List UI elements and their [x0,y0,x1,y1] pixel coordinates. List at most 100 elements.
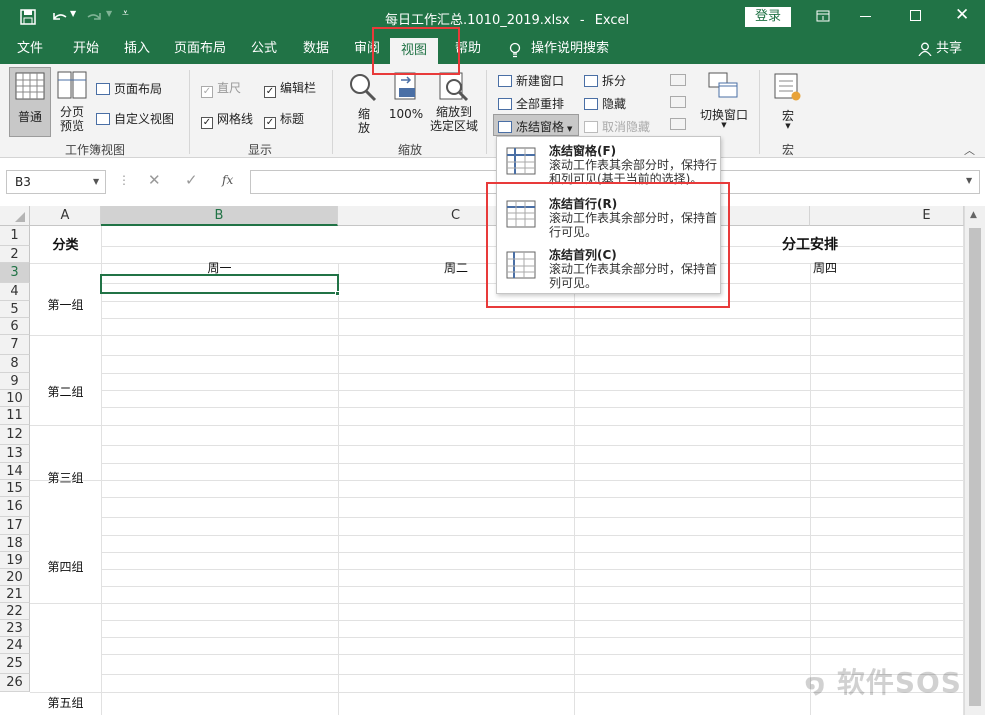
name-box-dropdown-icon[interactable]: ▼ [93,177,99,186]
tab-insert[interactable]: 插入 [115,34,159,64]
select-all-triangle-icon [15,212,25,222]
minimize-icon[interactable] [860,16,871,17]
row-header[interactable]: 3 [0,263,30,283]
new-window-button[interactable]: 新建窗口 [498,72,564,89]
row-header[interactable]: 1 [0,226,30,246]
row-header[interactable]: 5 [0,301,30,318]
page-break-preview-button[interactable]: 分页 预览 [54,67,90,137]
scroll-up-icon[interactable]: ▲ [970,210,977,220]
switch-windows-button[interactable]: 切换窗口 ▼ [696,67,752,137]
freeze-panes-icon [498,121,512,133]
customize-qat-icon[interactable]: ⩡ [122,6,129,21]
row-header[interactable]: 15 [0,480,30,497]
ribbon-display-options-icon[interactable] [816,10,830,22]
undo-icon[interactable] [50,9,68,25]
share-person-icon [918,42,932,56]
cell-a1[interactable]: 分类 [30,234,101,253]
arrange-all-button[interactable]: 全部重排 [498,95,564,112]
scrollbar-thumb[interactable] [969,228,981,706]
row-header[interactable]: 22 [0,603,30,620]
grid-line [574,263,575,715]
close-icon[interactable]: ✕ [955,5,969,25]
row-header[interactable]: 4 [0,283,30,301]
group-cell-4[interactable]: 第四组 [30,558,101,575]
split-label: 拆分 [602,74,627,88]
group-cell-3[interactable]: 第三组 [30,469,101,486]
row-header[interactable]: 8 [0,355,30,373]
row-header[interactable]: 20 [0,569,30,586]
tell-me-search[interactable]: 操作说明搜索 [530,34,610,64]
row-header[interactable]: 25 [0,654,30,674]
split-button[interactable]: 拆分 [584,72,626,89]
grid-line [101,463,964,464]
row-header[interactable]: 12 [0,425,30,445]
normal-view-button[interactable]: 普通 [9,67,51,137]
row-header[interactable]: 21 [0,586,30,603]
row-header[interactable]: 23 [0,620,30,637]
row-header[interactable]: 13 [0,445,30,463]
group-cell-1[interactable]: 第一组 [30,296,101,313]
row-header[interactable]: 11 [0,407,30,425]
grid-line [30,692,101,693]
zoom-100-button[interactable]: 100% [386,67,426,137]
cancel-entry-icon[interactable]: ✕ [148,171,161,189]
row-header[interactable]: 2 [0,246,30,263]
login-button[interactable]: 登录 [745,7,791,27]
freeze-panes-button[interactable]: 冻结窗格 ▼ [493,114,579,136]
column-header-b[interactable]: B [101,206,338,226]
fill-handle[interactable] [335,291,340,296]
group-cell-2[interactable]: 第二组 [30,383,101,400]
tab-home[interactable]: 开始 [63,34,109,64]
window-title: 每日工作汇总.1010_2019.xlsx - Excel [385,9,629,28]
row-header[interactable]: 24 [0,637,30,654]
row-header[interactable]: 10 [0,390,30,407]
expand-formula-bar-icon[interactable]: ▼ [966,176,972,185]
tab-page-layout[interactable]: 页面布局 [170,34,230,64]
collapse-ribbon-icon[interactable]: ︿ [964,142,975,158]
column-header-a[interactable]: A [30,206,101,226]
row-header[interactable]: 19 [0,552,30,569]
group-label-workbook-views: 工作簿视图 [64,143,125,157]
gridlines-checkbox[interactable]: ✓ 网格线 [201,110,253,129]
tab-data[interactable]: 数据 [294,34,338,64]
cell-e2[interactable]: 周四 [810,259,840,276]
custom-views-button[interactable]: 自定义视图 [96,110,174,127]
confirm-entry-icon[interactable]: ✓ [185,171,198,189]
row-header[interactable]: 7 [0,335,30,355]
headings-checkbox[interactable]: ✓ 标题 [264,110,304,129]
row-header[interactable]: 18 [0,535,30,552]
redo-icon [87,13,101,20]
macros-button[interactable]: 宏 ▼ [768,67,808,137]
column-header-e[interactable]: E [810,206,964,226]
row-header[interactable]: 17 [0,517,30,535]
row-header[interactable]: 9 [0,373,30,390]
file-name: 每日工作汇总.1010_2019.xlsx [385,13,570,28]
page-layout-icon [96,83,110,95]
zoom-to-selection-button[interactable]: 缩放到 选定区域 [428,67,480,137]
insert-function-icon[interactable]: fx [222,173,233,187]
save-icon[interactable] [20,9,36,25]
zoom-button[interactable]: 缩 放 [344,67,384,137]
row-header[interactable]: 6 [0,318,30,335]
undo-dropdown-icon[interactable]: ▼ [70,9,76,18]
group-cell-5[interactable]: 第五组 [30,694,101,711]
merged-title-cell[interactable]: 分工安排 [710,234,910,254]
active-cell-b3[interactable] [100,274,339,294]
formula-bar-checkbox[interactable]: ✓ 编辑栏 [264,79,316,98]
row-header[interactable]: 14 [0,463,30,480]
grid-line [101,425,964,426]
hide-button[interactable]: 隐藏 [584,95,626,112]
grid-line [101,517,964,518]
tab-file[interactable]: 文件 [10,34,50,64]
select-all-corner[interactable] [0,206,30,226]
tab-formulas[interactable]: 公式 [242,34,286,64]
share-button[interactable]: 共享 [934,34,964,64]
grid-line [101,497,964,498]
row-header[interactable]: 16 [0,497,30,517]
row-header[interactable]: 26 [0,674,30,692]
freeze-panes-dropdown-icon: ▼ [567,125,573,133]
vertical-scrollbar[interactable]: ▲ [964,206,985,715]
page-layout-view-button[interactable]: 页面布局 [96,80,162,97]
maximize-icon[interactable] [910,10,921,21]
name-box[interactable]: B3 ▼ [6,170,106,194]
